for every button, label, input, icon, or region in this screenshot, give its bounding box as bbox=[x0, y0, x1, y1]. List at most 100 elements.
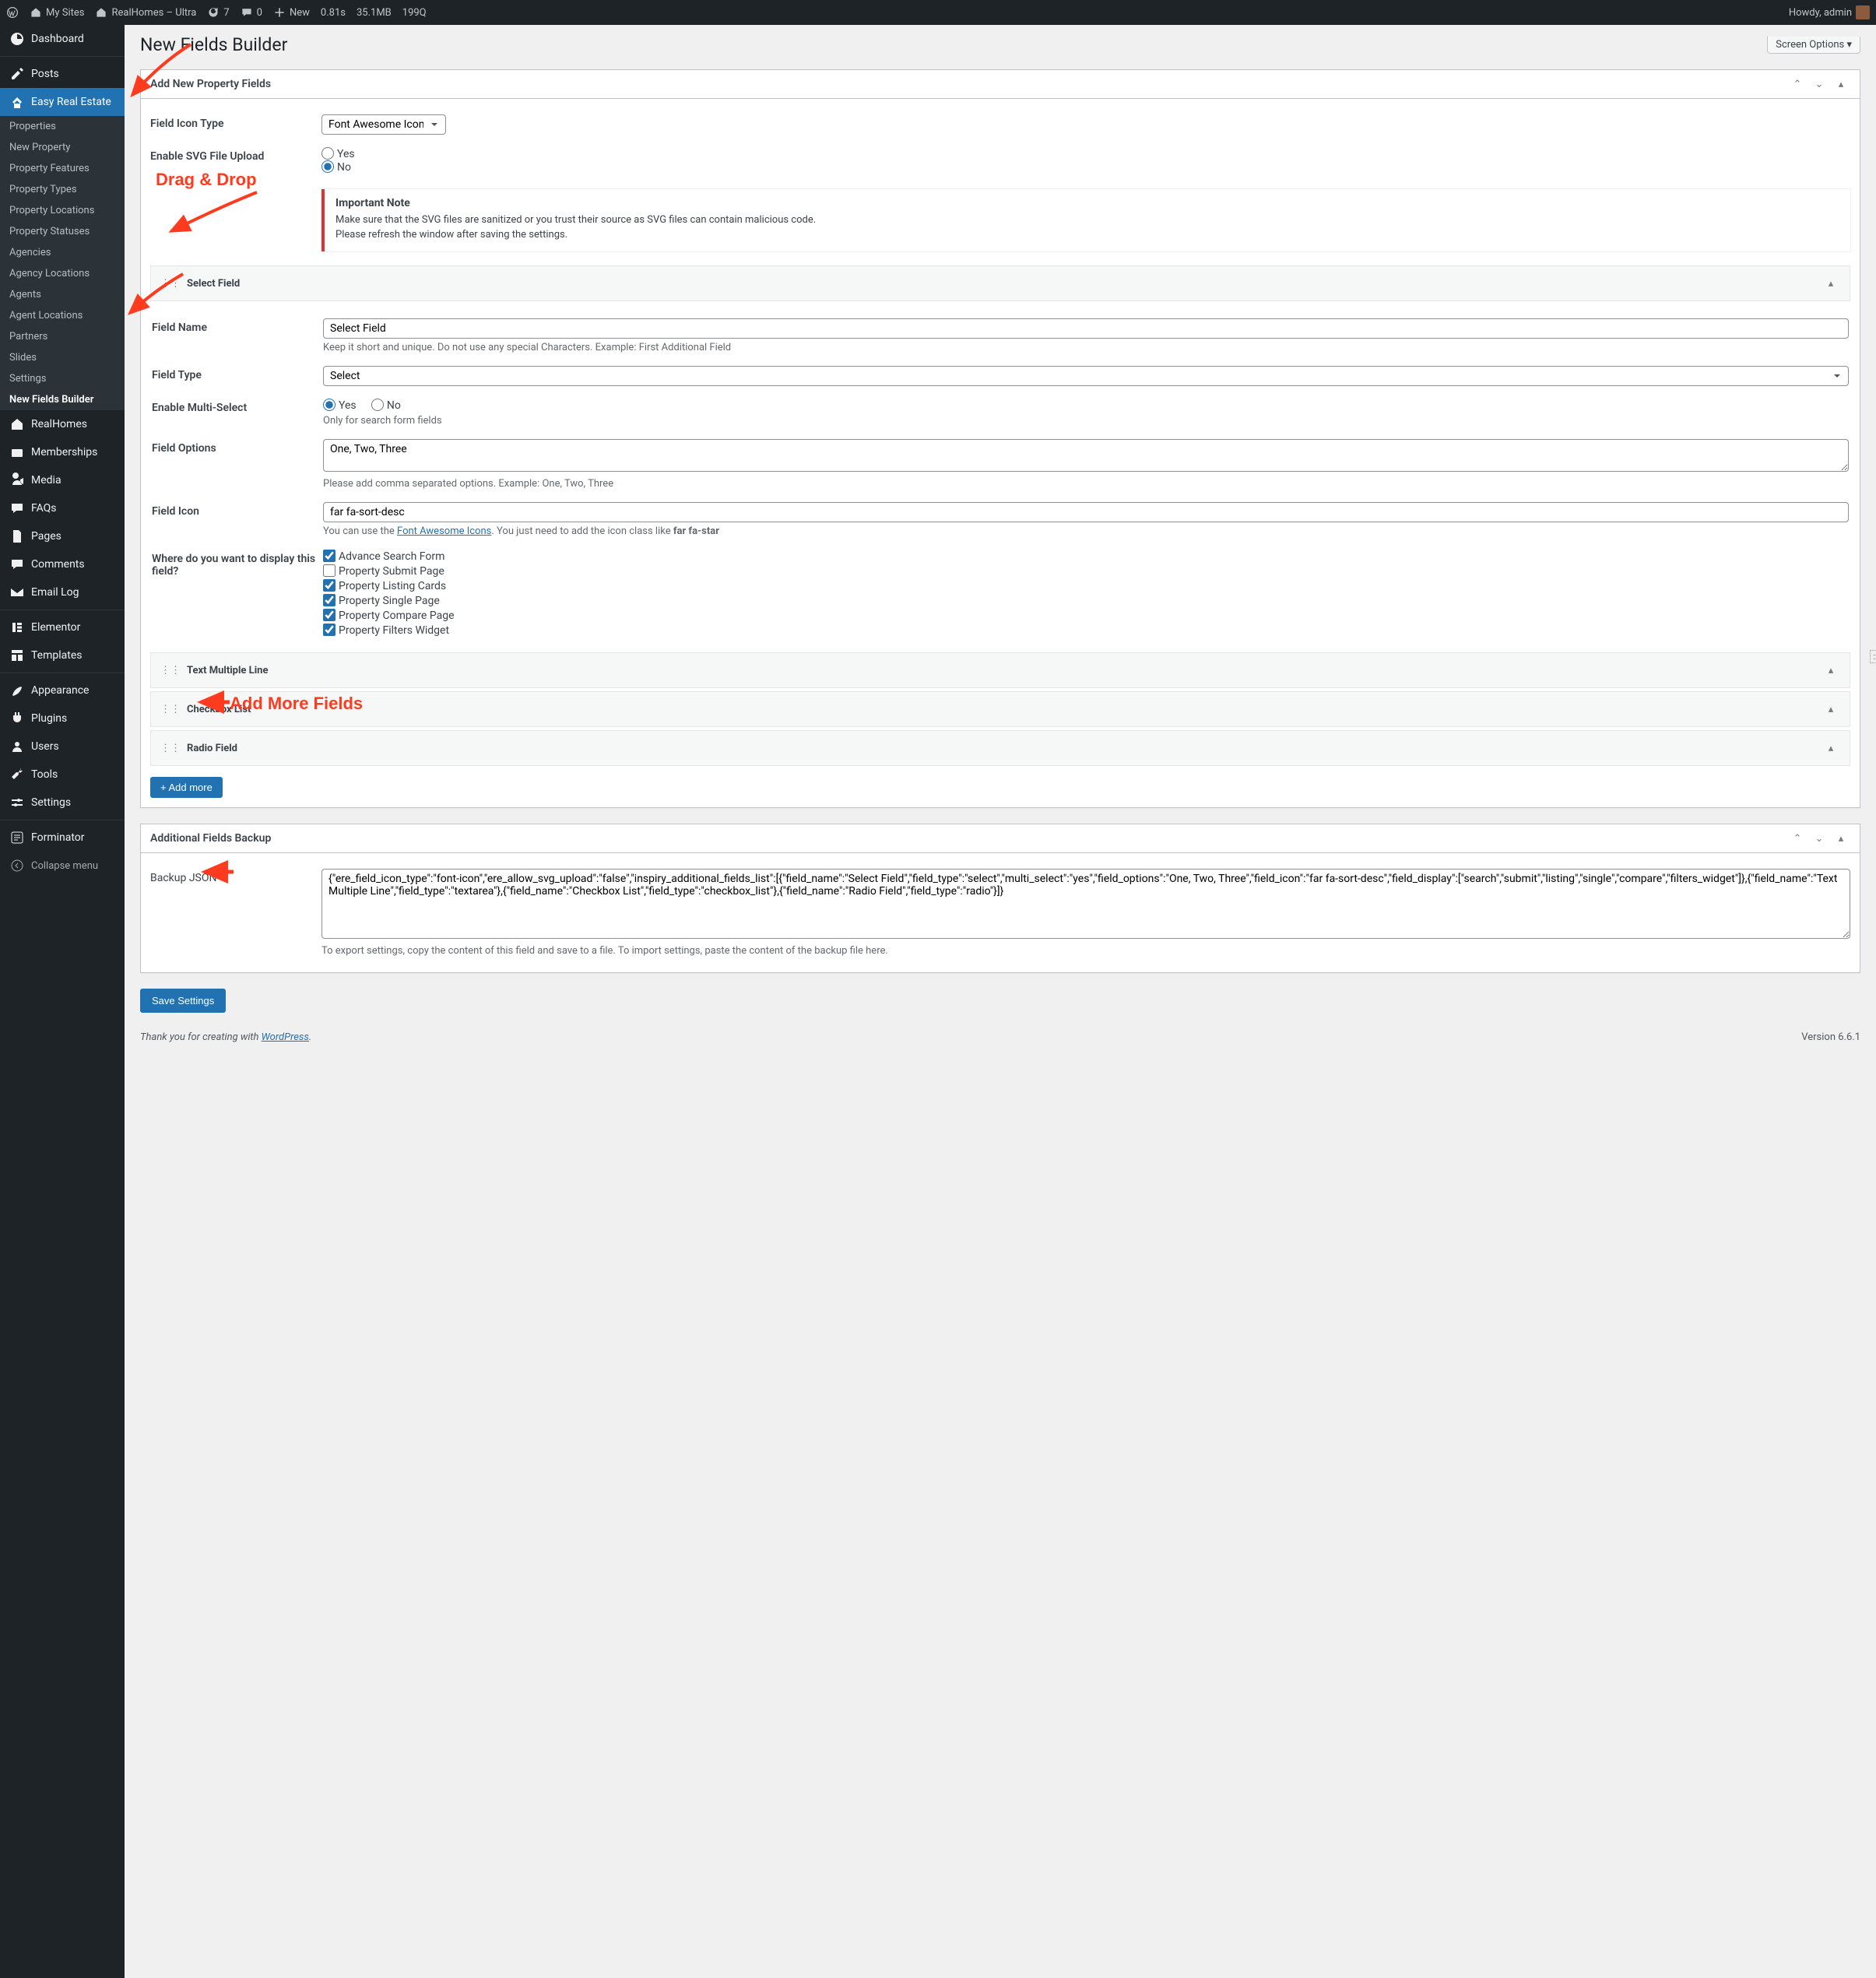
menu-posts[interactable]: Posts bbox=[0, 60, 125, 88]
comments-count[interactable]: 0 bbox=[241, 6, 262, 19]
multi-yes[interactable]: Yes bbox=[323, 399, 357, 412]
menu-comments[interactable]: Comments bbox=[0, 550, 125, 578]
chk-property-compare[interactable]: Property Compare Page bbox=[323, 609, 1849, 622]
timing: 0.81s bbox=[321, 7, 346, 19]
important-note: Important Note Make sure that the SVG fi… bbox=[321, 189, 1850, 251]
submenu-slides[interactable]: Slides bbox=[0, 347, 125, 368]
move-up-icon[interactable]: ⌃ bbox=[1788, 75, 1807, 93]
chk-advance-search[interactable]: Advance Search Form bbox=[323, 550, 1849, 563]
chk-property-single[interactable]: Property Single Page bbox=[323, 594, 1849, 607]
submenu-partners[interactable]: Partners bbox=[0, 326, 125, 347]
field-title: Checkbox List bbox=[187, 704, 251, 715]
move-down-icon[interactable]: ⌄ bbox=[1810, 75, 1829, 93]
field-icon-input[interactable] bbox=[323, 502, 1849, 522]
svg-yes[interactable]: Yes bbox=[321, 148, 355, 160]
submenu-agents[interactable]: Agents bbox=[0, 284, 125, 305]
field-icon-label: Field Icon bbox=[152, 502, 323, 518]
menu-realhomes[interactable]: RealHomes bbox=[0, 410, 125, 438]
menu-dashboard[interactable]: Dashboard bbox=[0, 25, 125, 53]
collapse-menu[interactable]: Collapse menu bbox=[0, 852, 125, 880]
multi-no[interactable]: No bbox=[371, 399, 401, 412]
backup-json-textarea[interactable]: {"ere_field_icon_type":"font-icon","ere_… bbox=[321, 869, 1850, 939]
submenu-property-locations[interactable]: Property Locations bbox=[0, 200, 125, 221]
field-name-input[interactable] bbox=[323, 318, 1849, 339]
submenu-property-statuses[interactable]: Property Statuses bbox=[0, 221, 125, 242]
submenu-settings[interactable]: Settings bbox=[0, 368, 125, 389]
menu-easy-real-estate[interactable]: Easy Real Estate bbox=[0, 88, 125, 116]
field-text-multiline-header[interactable]: ⋮⋮ Text Multiple Line ▴ bbox=[150, 652, 1850, 688]
menu-media[interactable]: Media bbox=[0, 466, 125, 494]
field-options-label: Field Options bbox=[152, 439, 323, 455]
backup-box: Additional Fields Backup ⌃ ⌄ ▴ Backup JS… bbox=[140, 824, 1860, 973]
menu-memberships[interactable]: Memberships bbox=[0, 438, 125, 466]
field-options-textarea[interactable]: One, Two, Three bbox=[323, 439, 1849, 472]
menu-appearance[interactable]: Appearance bbox=[0, 676, 125, 704]
new-content[interactable]: New bbox=[273, 6, 310, 19]
submenu-agencies[interactable]: Agencies bbox=[0, 242, 125, 263]
field-radio-header[interactable]: ⋮⋮Radio Field ▴ bbox=[150, 730, 1850, 766]
menu-forminator[interactable]: Forminator bbox=[0, 824, 125, 852]
menu-elementor[interactable]: Elementor bbox=[0, 613, 125, 641]
submenu-agency-locations[interactable]: Agency Locations bbox=[0, 263, 125, 284]
field-checkbox-list-header[interactable]: ⋮⋮ Checkbox List ▴ bbox=[150, 691, 1850, 727]
my-sites[interactable]: My Sites bbox=[30, 6, 84, 19]
howdy[interactable]: Howdy, admin bbox=[1789, 5, 1870, 19]
chk-property-filters[interactable]: Property Filters Widget bbox=[323, 624, 1849, 637]
submenu-agent-locations[interactable]: Agent Locations bbox=[0, 305, 125, 326]
box-title: Add New Property Fields bbox=[150, 70, 271, 98]
drag-handle-icon[interactable]: ⋮⋮ bbox=[160, 665, 181, 676]
menu-settings[interactable]: Settings bbox=[0, 789, 125, 817]
backup-title: Additional Fields Backup bbox=[150, 824, 271, 852]
add-more-button[interactable]: + Add more bbox=[150, 777, 223, 798]
menu-plugins[interactable]: Plugins bbox=[0, 704, 125, 733]
avatar bbox=[1856, 5, 1870, 19]
menu-tools[interactable]: Tools bbox=[0, 761, 125, 789]
move-up-icon[interactable]: ⌃ bbox=[1788, 829, 1807, 848]
screen-options-toggle[interactable]: Screen Options ▾ bbox=[1767, 37, 1860, 54]
add-new-fields-box: Add New Property Fields ⌃ ⌄ ▴ Field Icon… bbox=[140, 69, 1860, 808]
expand-field-icon[interactable]: ▴ bbox=[1822, 661, 1840, 680]
chk-property-listing[interactable]: Property Listing Cards bbox=[323, 579, 1849, 592]
menu-faqs[interactable]: FAQs bbox=[0, 494, 125, 522]
submenu-new-fields-builder[interactable]: New Fields Builder bbox=[0, 389, 125, 410]
menu-users[interactable]: Users bbox=[0, 733, 125, 761]
field-title: Text Multiple Line bbox=[187, 665, 268, 676]
submenu-property-features[interactable]: Property Features bbox=[0, 158, 125, 179]
toggle-icon[interactable]: ▴ bbox=[1832, 829, 1850, 848]
menu-pages[interactable]: Pages bbox=[0, 522, 125, 550]
save-settings-button[interactable]: Save Settings bbox=[140, 989, 226, 1013]
field-icon-type-select[interactable]: Font Awesome Icons bbox=[321, 114, 446, 135]
svg-no[interactable]: No bbox=[321, 161, 351, 174]
chk-property-submit[interactable]: Property Submit Page bbox=[323, 564, 1849, 578]
wp-logo[interactable] bbox=[6, 6, 19, 19]
updates[interactable]: 7 bbox=[207, 6, 229, 19]
drag-handle-icon[interactable]: ⋮⋮ bbox=[160, 278, 181, 290]
font-awesome-link[interactable]: Font Awesome Icons bbox=[397, 525, 491, 537]
expand-field-icon[interactable]: ▴ bbox=[1822, 739, 1840, 757]
field-icon-help: You can use the Font Awesome Icons. You … bbox=[323, 525, 1849, 537]
menu-templates[interactable]: Templates bbox=[0, 641, 125, 669]
field-icon-type-label: Field Icon Type bbox=[150, 114, 321, 130]
field-select-header[interactable]: ⋮⋮ Select Field ▴ bbox=[150, 265, 1850, 301]
toggle-icon[interactable]: ▴ bbox=[1832, 75, 1850, 93]
field-title: Select Field bbox=[187, 278, 240, 290]
page-title: New Fields Builder bbox=[140, 34, 287, 55]
hint-badge: ::1 bbox=[1870, 650, 1876, 663]
wordpress-link[interactable]: WordPress bbox=[262, 1031, 309, 1043]
content-area: New Fields Builder Screen Options ▾ Add … bbox=[125, 25, 1876, 1978]
menu-email-log[interactable]: Email Log bbox=[0, 578, 125, 606]
footer-thanks: Thank you for creating with WordPress. bbox=[140, 1031, 311, 1043]
field-type-label: Field Type bbox=[152, 366, 323, 381]
drag-handle-icon[interactable]: ⋮⋮ bbox=[160, 743, 181, 754]
submenu-new-property[interactable]: New Property bbox=[0, 137, 125, 158]
collapse-field-icon[interactable]: ▴ bbox=[1822, 274, 1840, 293]
queries: 199Q bbox=[402, 7, 427, 19]
submenu-properties[interactable]: Properties bbox=[0, 116, 125, 137]
submenu-property-types[interactable]: Property Types bbox=[0, 179, 125, 200]
expand-field-icon[interactable]: ▴ bbox=[1822, 700, 1840, 718]
move-down-icon[interactable]: ⌄ bbox=[1810, 829, 1829, 848]
field-type-select[interactable]: Select bbox=[323, 366, 1849, 386]
drag-handle-icon[interactable]: ⋮⋮ bbox=[160, 704, 181, 715]
site-name[interactable]: RealHomes – Ultra bbox=[95, 6, 196, 19]
field-name-help: Keep it short and unique. Do not use any… bbox=[323, 342, 1849, 353]
